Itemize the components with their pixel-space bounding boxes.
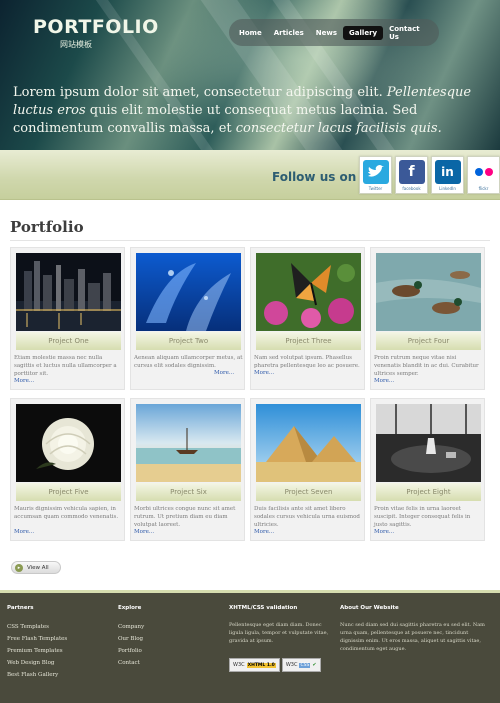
partner-link[interactable]: CSS Templates	[7, 621, 97, 633]
intro-text-1: Lorem ipsum dolor sit amet, consectetur …	[13, 85, 387, 100]
checkmark-icon: ✔	[312, 662, 317, 668]
css-valid-badge[interactable]: W3C CSS ✔	[281, 658, 321, 672]
portfolio-card: Project Three Nam sed volutpat ipsum. Ph…	[250, 247, 365, 390]
partner-link[interactable]: Premium Templates	[7, 645, 97, 657]
facebook-link[interactable]: f facebook	[395, 156, 428, 194]
project-two-more-link[interactable]: More...	[214, 370, 234, 376]
explore-link[interactable]: Portfolio	[118, 645, 208, 657]
linkedin-label: LinkedIn	[439, 186, 456, 191]
project-six-desc: Morbi ultrices congue nunc sit amet rutr…	[134, 506, 236, 528]
flickr-link[interactable]: flickr	[467, 156, 500, 194]
portfolio-card: Project Two Aenean aliquam ullamcorper m…	[130, 247, 245, 390]
about-heading: About Our Website	[340, 605, 399, 611]
project-four-image[interactable]	[376, 253, 481, 331]
portfolio-card: Project Six Morbi ultrices congue nunc s…	[130, 398, 245, 541]
portfolio-card: Project Five Mauris dignissim vehicula s…	[10, 398, 125, 541]
site-logo[interactable]: PORTFOLIO	[33, 16, 159, 38]
twitter-link[interactable]: Twitter	[359, 156, 392, 194]
xhtml-valid-badge[interactable]: W3C XHTML 1.0	[229, 658, 280, 672]
about-text: Nunc sed diam sed dui sagittis pharetra …	[340, 622, 485, 652]
intro-text-4: consectetur lacus facilisis quis.	[235, 121, 442, 136]
facebook-label: facebook	[402, 186, 421, 191]
portfolio-card: Project Eight Proin vitae felis in urna …	[370, 398, 485, 541]
project-four-desc: Proin rutrum neque vitae nisi venenatis …	[374, 355, 479, 377]
project-eight-more-link[interactable]: More...	[374, 529, 394, 535]
portfolio-card: Project One Etiam molestie massa nec nul…	[10, 247, 125, 390]
footer-partners: Partners CSS Templates Free Flash Templa…	[7, 605, 97, 681]
portfolio-divider	[10, 240, 490, 241]
twitter-label: Twitter	[368, 186, 383, 191]
twitter-icon	[362, 160, 389, 184]
view-all-label: View All	[27, 564, 49, 571]
arrow-right-icon: ▸	[15, 563, 23, 572]
project-four-title[interactable]: Project Four	[376, 332, 481, 350]
nav-gallery[interactable]: Gallery	[343, 25, 384, 40]
nav-articles[interactable]: Articles	[268, 26, 310, 40]
footer-explore: Explore Company Our Blog Portfolio Conta…	[118, 605, 208, 669]
nav-home[interactable]: Home	[233, 26, 268, 40]
project-five-title[interactable]: Project Five	[16, 483, 121, 501]
project-three-more-link[interactable]: More...	[254, 370, 274, 376]
project-three-image[interactable]	[256, 253, 361, 331]
follow-label: Follow us on	[272, 170, 357, 184]
project-five-desc: Mauris dignissim vehicula sapien, in acc…	[14, 506, 119, 520]
project-five-image[interactable]	[16, 404, 121, 482]
project-one-image[interactable]	[16, 253, 121, 331]
portfolio-card: Project Seven Duis facilisis ante sit am…	[250, 398, 365, 541]
project-three-title[interactable]: Project Three	[256, 332, 361, 350]
project-two-image[interactable]	[136, 253, 241, 331]
css-badge-w3c: W3C	[285, 662, 298, 668]
portfolio-title: Portfolio	[10, 218, 84, 236]
explore-link[interactable]: Our Blog	[118, 633, 208, 645]
footer-about: About Our Website Nunc sed diam sed dui …	[340, 605, 490, 653]
validation-heading: XHTML/CSS validation	[229, 605, 298, 611]
project-eight-desc: Proin vitae felis in urna laoreet suscip…	[374, 506, 471, 528]
project-six-image[interactable]	[136, 404, 241, 482]
partner-link[interactable]: Free Flash Templates	[7, 633, 97, 645]
project-two-desc: Aenean aliquam ullamcorper metus, at cur…	[134, 355, 243, 369]
explore-heading: Explore	[118, 605, 142, 611]
project-seven-desc: Duis facilisis ante sit amet libero soda…	[254, 506, 360, 528]
partner-link[interactable]: Web Design Blog	[7, 657, 97, 669]
project-eight-image[interactable]	[376, 404, 481, 482]
project-three-desc: Nam sed volutpat ipsum. Phasellus pharet…	[254, 355, 360, 369]
nav-news[interactable]: News	[310, 26, 343, 40]
partners-heading: Partners	[7, 605, 34, 611]
project-six-title[interactable]: Project Six	[136, 483, 241, 501]
explore-link[interactable]: Company	[118, 621, 208, 633]
header-intro-text: Lorem ipsum dolor sit amet, consectetur …	[13, 84, 483, 138]
linkedin-icon: in	[434, 160, 461, 184]
project-one-more-link[interactable]: More...	[14, 378, 34, 384]
xhtml-badge-tag: XHTML 1.0	[246, 662, 276, 668]
validation-text: Pellentesque eget diam diam. Donec ligul…	[229, 622, 329, 644]
css-badge-tag: CSS	[299, 662, 311, 668]
project-one-title[interactable]: Project One	[16, 332, 121, 350]
project-seven-more-link[interactable]: More...	[254, 529, 274, 535]
xhtml-badge-w3c: W3C	[233, 662, 245, 668]
facebook-icon: f	[398, 160, 425, 184]
partner-link[interactable]: Best Flash Gallery	[7, 669, 97, 681]
project-eight-title[interactable]: Project Eight	[376, 483, 481, 501]
nav-contact-us[interactable]: Contact Us	[383, 22, 435, 44]
flickr-icon	[470, 160, 497, 184]
project-four-more-link[interactable]: More...	[374, 378, 394, 384]
linkedin-link[interactable]: in LinkedIn	[431, 156, 464, 194]
view-all-button[interactable]: ▸ View All	[11, 561, 61, 574]
project-seven-image[interactable]	[256, 404, 361, 482]
project-seven-title[interactable]: Project Seven	[256, 483, 361, 501]
project-two-title[interactable]: Project Two	[136, 332, 241, 350]
explore-link[interactable]: Contact	[118, 657, 208, 669]
main-nav: Home Articles News Gallery Contact Us	[229, 19, 439, 46]
site-logo-subtitle: 网站模板	[60, 40, 92, 49]
project-six-more-link[interactable]: More...	[134, 529, 154, 535]
project-one-desc: Etiam molestie massa nec nulla sagittis …	[14, 355, 117, 377]
footer-validation: XHTML/CSS validation Pellentesque eget d…	[229, 605, 333, 672]
project-five-more-link[interactable]: More...	[14, 529, 34, 535]
portfolio-card: Project Four Proin rutrum neque vitae ni…	[370, 247, 485, 390]
flickr-label: flickr	[478, 186, 489, 191]
